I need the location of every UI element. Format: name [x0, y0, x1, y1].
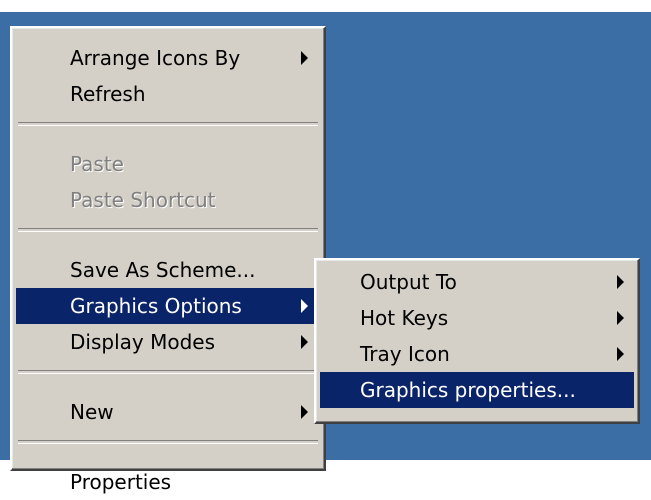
menu-item-label: Properties	[70, 470, 172, 494]
menu-item-label: Paste Shortcut	[70, 188, 216, 212]
graphics-options-submenu: Output To Hot Keys Tray Icon Graphics prope…	[314, 258, 640, 424]
menu-item-output-to[interactable]: Output To	[320, 264, 634, 300]
menu-item-refresh[interactable]: Refresh	[16, 76, 320, 112]
menu-item-arrange-icons-by[interactable]: Arrange Icons By	[16, 40, 320, 76]
submenu-arrow-icon	[301, 51, 308, 65]
menu-item-label: Arrange Icons By	[70, 46, 241, 70]
menu-item-label: Output To	[360, 270, 457, 294]
menu-item-new[interactable]: New	[16, 394, 320, 430]
submenu-arrow-icon	[617, 275, 624, 289]
menu-item-label: New	[70, 400, 114, 424]
submenu-arrow-icon	[301, 405, 308, 419]
menu-item-label: Graphics Options	[70, 294, 242, 318]
menu-item-label: Paste	[70, 152, 124, 176]
menu-item-tray-icon[interactable]: Tray Icon	[320, 336, 634, 372]
menu-item-label: Graphics properties...	[360, 378, 576, 402]
menu-separator	[18, 122, 318, 126]
menu-item-label: Tray Icon	[360, 342, 450, 366]
submenu-arrow-icon	[301, 299, 308, 313]
desktop-context-menu: Arrange Icons By Refresh Paste Paste Shortc…	[10, 26, 326, 494]
menu-item-label: Save As Scheme...	[70, 258, 256, 282]
menu-item-label: Refresh	[70, 82, 146, 106]
menu-separator	[18, 228, 318, 232]
menu-item-graphics-options[interactable]: Graphics Options	[16, 288, 320, 324]
menu-item-paste: Paste	[16, 146, 320, 182]
menu-separator	[18, 370, 318, 374]
menu-item-graphics-properties[interactable]: Graphics properties...	[320, 372, 634, 408]
submenu-arrow-icon	[617, 347, 624, 361]
menu-item-hot-keys[interactable]: Hot Keys	[320, 300, 634, 336]
menu-item-properties[interactable]: Properties	[16, 464, 320, 500]
menu-item-display-modes[interactable]: Display Modes	[16, 324, 320, 360]
submenu-arrow-icon	[617, 311, 624, 325]
menu-separator	[18, 440, 318, 444]
submenu-arrow-icon	[301, 335, 308, 349]
menu-item-label: Hot Keys	[360, 306, 449, 330]
menu-item-save-as-scheme[interactable]: Save As Scheme...	[16, 252, 320, 288]
menu-item-label: Display Modes	[70, 330, 215, 354]
menu-item-paste-shortcut: Paste Shortcut	[16, 182, 320, 218]
